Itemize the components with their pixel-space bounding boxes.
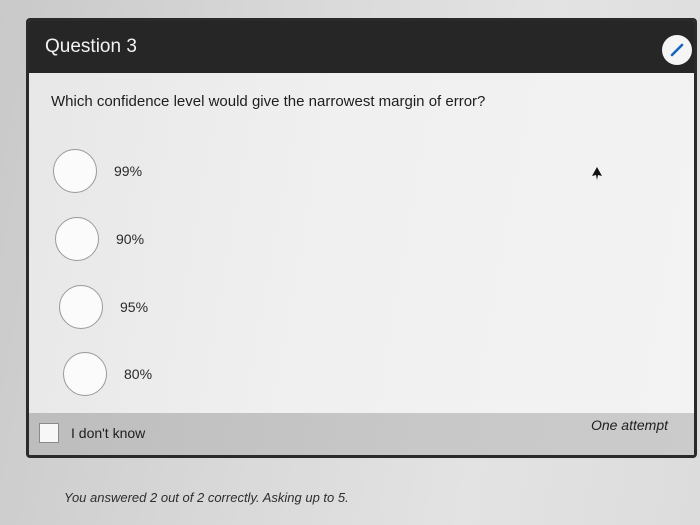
- answer-option-99[interactable]: 99%: [53, 149, 142, 193]
- dont-know-checkbox[interactable]: [39, 423, 59, 443]
- radio-button[interactable]: [59, 285, 103, 329]
- answer-option-90[interactable]: 90%: [55, 217, 144, 261]
- pencil-icon: [670, 43, 684, 57]
- option-label: 99%: [114, 163, 143, 179]
- answer-option-95[interactable]: 95%: [59, 285, 148, 329]
- question-footer: I don't know One attempt: [29, 413, 694, 455]
- edit-button[interactable]: [662, 35, 692, 65]
- question-title: Question 3: [45, 36, 137, 57]
- question-header: Question 3: [29, 21, 694, 73]
- option-label: 95%: [120, 299, 149, 315]
- radio-button[interactable]: [55, 217, 99, 261]
- answer-option-80[interactable]: 80%: [63, 352, 152, 396]
- dont-know-label[interactable]: I don't know: [71, 425, 145, 441]
- attempt-label: One attempt: [590, 417, 668, 433]
- score-status: You answered 2 out of 2 correctly. Askin…: [64, 490, 349, 505]
- radio-button[interactable]: [63, 352, 107, 396]
- option-label: 80%: [124, 366, 153, 382]
- radio-button[interactable]: [53, 149, 97, 193]
- option-label: 90%: [116, 231, 145, 247]
- question-prompt: Which confidence level would give the na…: [51, 93, 486, 110]
- mouse-pointer-icon: [592, 167, 602, 180]
- question-card: Question 3 Which confidence level would …: [26, 18, 697, 458]
